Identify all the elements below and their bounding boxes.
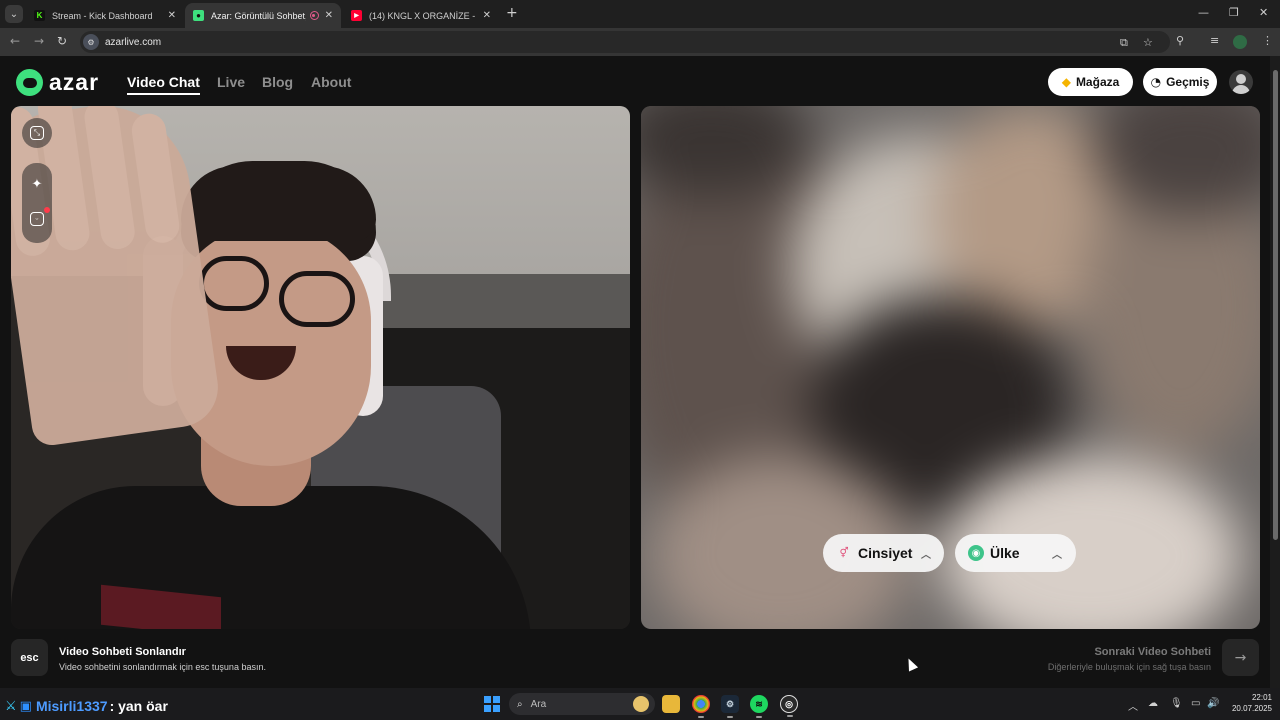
next-chat-title: Sonraki Video Sohbeti xyxy=(1094,646,1211,658)
tab-youtube[interactable]: ▶ (14) KNGL X ORGANİZE - KATLİ ✕ xyxy=(343,3,499,28)
onedrive-icon[interactable]: ☁ xyxy=(1148,698,1158,709)
tab-search-chevron-icon[interactable]: ⌄ xyxy=(5,5,23,23)
self-camera-video: ⤡ ✦ ᵕ xyxy=(11,106,630,629)
tab-kick-dashboard[interactable]: K Stream - Kick Dashboard ✕ xyxy=(26,3,184,28)
obs-icon[interactable]: ◎ xyxy=(780,695,798,717)
esc-key-button[interactable]: esc xyxy=(11,639,48,676)
close-icon[interactable]: ✕ xyxy=(168,10,176,21)
azar-logo[interactable]: azar xyxy=(16,69,99,96)
url-text: azarlive.com xyxy=(105,36,162,48)
search-icon: ⌕ xyxy=(517,698,523,710)
install-app-icon[interactable]: ⧉ xyxy=(1120,36,1128,50)
country-filter-label: Ülke xyxy=(990,545,1020,561)
globe-icon: ◉ xyxy=(968,545,984,561)
collapse-control: ⤡ xyxy=(22,118,52,148)
kick-logo-icon: K xyxy=(34,10,45,21)
nav-about[interactable]: About xyxy=(311,74,351,90)
next-arrow-button[interactable]: → xyxy=(1222,639,1259,676)
back-icon[interactable]: ← xyxy=(10,34,20,48)
mouse-cursor xyxy=(903,656,919,672)
search-placeholder: Ara xyxy=(530,698,547,710)
browser-tabstrip: ⌄ K Stream - Kick Dashboard ✕ ● Azar: Gö… xyxy=(0,0,1280,28)
nav-blog[interactable]: Blog xyxy=(262,74,293,90)
gender-filter-label: Cinsiyet xyxy=(858,545,913,561)
new-tab-button[interactable]: + xyxy=(506,5,518,21)
more-menu-icon[interactable]: ⋮ xyxy=(1262,34,1273,47)
bookmark-star-icon[interactable]: ☆ xyxy=(1143,36,1153,49)
taskbar-clock[interactable]: 22:01 20.07.2025 xyxy=(1226,692,1272,714)
gender-icon: ⚥ xyxy=(839,547,849,559)
end-chat-hint: Video sohbetini sonlandırmak için esc tu… xyxy=(59,662,266,672)
shop-button[interactable]: ◆ Mağaza xyxy=(1048,68,1133,96)
tab-title: Stream - Kick Dashboard xyxy=(52,10,153,21)
tab-title: (14) KNGL X ORGANİZE - KATLİ xyxy=(369,10,477,21)
chat-message: : yan öar xyxy=(109,698,168,714)
stream-chat-overlay: ⚔ ▣ Misirli1337 : yan öar xyxy=(5,698,168,714)
next-chat-hint: Diğerleriyle buluşmak için sağ tuşa bası… xyxy=(1047,662,1211,672)
sword-badge-icon: ⚔ xyxy=(5,698,17,714)
azar-logo-icon xyxy=(16,69,43,96)
profile-avatar[interactable] xyxy=(1233,35,1247,49)
file-explorer-icon[interactable] xyxy=(662,695,680,713)
nav-live[interactable]: Live xyxy=(217,74,245,90)
browser-toolbar: ← → ↻ ⚙ azarlive.com ⧉ ☆ ⚲ ≡ ⋮ xyxy=(0,28,1280,56)
close-icon[interactable]: ✕ xyxy=(325,10,333,21)
effects-control-group: ✦ ᵕ xyxy=(22,163,52,243)
nav-video-chat[interactable]: Video Chat xyxy=(127,74,200,95)
shop-label: Mağaza xyxy=(1075,75,1120,89)
minimize-video-icon[interactable]: ⤡ xyxy=(24,120,50,146)
minimize-icon[interactable]: — xyxy=(1198,6,1209,19)
azar-logo-icon: ● xyxy=(193,10,204,21)
clock-icon: ◔ xyxy=(1150,75,1162,89)
clock-date: 20.07.2025 xyxy=(1231,704,1272,713)
restore-icon[interactable]: ❐ xyxy=(1229,6,1239,19)
azar-page: azar Video Chat Live Blog About ◆ Mağaza… xyxy=(0,56,1270,688)
diamond-icon: ◆ xyxy=(1061,75,1071,89)
sparkle-effects-icon[interactable]: ✦ xyxy=(24,171,50,197)
chevron-up-icon: ︿ xyxy=(1052,549,1062,561)
youtube-logo-icon: ▶ xyxy=(351,10,362,21)
logo-text: azar xyxy=(49,69,100,95)
spotify-icon[interactable]: ≋ xyxy=(750,695,768,718)
user-avatar-icon[interactable] xyxy=(1229,70,1253,94)
close-icon[interactable]: ✕ xyxy=(483,10,491,21)
volume-icon[interactable]: 🔊 xyxy=(1207,698,1219,709)
country-filter-button[interactable]: ◉ Ülke ︿ xyxy=(955,534,1076,572)
chevron-up-icon: ︿ xyxy=(921,549,931,561)
end-chat-title: Video Sohbeti Sonlandır xyxy=(59,646,186,658)
microphone-icon[interactable]: 🎙 xyxy=(1170,698,1183,709)
media-controls-icon[interactable]: ≡ xyxy=(1210,34,1219,47)
history-label: Geçmiş xyxy=(1166,75,1210,89)
steam-icon[interactable]: ⚙ xyxy=(721,695,739,718)
address-bar[interactable]: ⚙ azarlive.com ⧉ ☆ xyxy=(80,31,1170,53)
tab-title: Azar: Görüntülü Sohbet, Arka xyxy=(211,10,306,21)
extensions-icon[interactable]: ⚲ xyxy=(1176,34,1184,47)
network-icon[interactable]: ▭ xyxy=(1191,698,1200,709)
forward-icon[interactable]: → xyxy=(34,34,44,48)
page-scrollbar[interactable] xyxy=(1270,56,1280,688)
notification-dot xyxy=(44,207,50,213)
windows-start-icon[interactable] xyxy=(484,696,500,712)
tab-azar[interactable]: ● Azar: Görüntülü Sohbet, Arka ✕ xyxy=(185,3,341,28)
history-button[interactable]: ◔ Geçmiş xyxy=(1143,68,1217,96)
tray-overflow-icon[interactable]: ︿ xyxy=(1128,698,1138,713)
gender-filter-button[interactable]: ⚥ Cinsiyet ︿ xyxy=(823,534,944,572)
search-highlight-icon xyxy=(633,696,649,712)
taskbar-search[interactable]: ⌕ Ara xyxy=(509,693,655,715)
chrome-icon[interactable] xyxy=(692,695,710,718)
recording-icon xyxy=(309,11,319,20)
site-info-icon[interactable]: ⚙ xyxy=(83,34,99,50)
reload-icon[interactable]: ↻ xyxy=(57,34,67,48)
close-window-icon[interactable]: ✕ xyxy=(1259,6,1268,19)
remote-video-blurred: ⚥ Cinsiyet ︿ ◉ Ülke ︿ xyxy=(641,106,1260,629)
clock-time: 22:01 xyxy=(1251,693,1272,702)
verified-badge-icon: ▣ xyxy=(19,698,32,714)
chat-username: Misirli1337 xyxy=(35,698,108,714)
